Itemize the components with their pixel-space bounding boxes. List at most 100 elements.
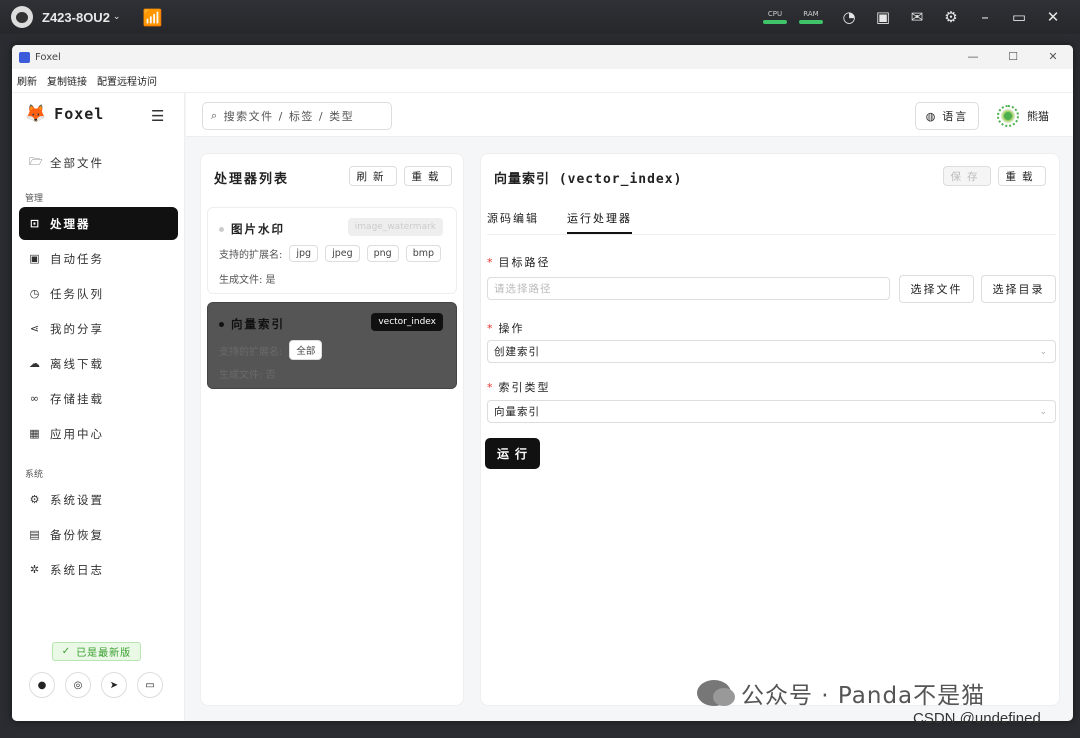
check-circle-icon: ✓ [61, 646, 72, 657]
processor-list-panel: 处理器列表 刷新 重载 图片水印 image_watermark 支持的扩展名:… [200, 153, 464, 706]
status-dot [219, 226, 224, 232]
ram-meter: RAM [796, 10, 826, 24]
tab-divider [487, 234, 1056, 235]
sidebar-item-storage-mount[interactable]: ∞ 存储挂载 [19, 382, 178, 415]
run-button[interactable]: 运行 [485, 438, 540, 469]
mail-icon[interactable]: ✉ [900, 0, 934, 34]
document-icon[interactable]: ▭ [137, 672, 163, 698]
sidebar: 🦊 Foxel ☰ 🗁 全部文件 管理 ⊡ 处理器 ▣ 自动任务 ◷ 任务队列 ⋖ 我的分… [12, 93, 185, 721]
detail-tabs: 源码编辑 运行处理器 [487, 210, 632, 234]
menu-copy-link[interactable]: 复制链接 [47, 73, 87, 88]
ext-chip: jpeg [325, 245, 360, 262]
github-icon[interactable]: ● [29, 672, 55, 698]
maximize-icon[interactable]: ▭ [1002, 0, 1036, 34]
sidebar-item-processor[interactable]: ⊡ 处理器 [19, 207, 178, 240]
app-icon [19, 51, 30, 63]
target-path-label: * 目标路径 [487, 256, 551, 269]
target-path-input[interactable]: 请选择路径 [487, 277, 890, 300]
sidebar-item-my-share[interactable]: ⋖ 我的分享 [19, 312, 178, 345]
top-bar: ⌕ 搜索文件 / 标签 / 类型 ◍ 语言 熊猫 [186, 93, 1073, 137]
search-input[interactable]: ⌕ 搜索文件 / 标签 / 类型 [202, 102, 392, 130]
terminal-icon: ⊡ [29, 217, 42, 230]
status-dot [219, 321, 224, 327]
reload-button[interactable]: 重载 [404, 166, 452, 186]
sidebar-item-system-log[interactable]: ✲ 系统日志 [19, 553, 178, 586]
operation-select[interactable]: 创建索引 ⌄ [487, 340, 1056, 363]
save-button[interactable]: 保存 [943, 166, 991, 186]
operation-label: * 操作 [487, 322, 525, 335]
globe-icon: ◍ [925, 109, 938, 123]
section-manage: 管理 [25, 194, 44, 204]
window-maximize-icon[interactable]: ☐ [993, 45, 1033, 69]
index-type-label: * 索引类型 [487, 381, 551, 394]
csdn-watermark: CSDN @undefined [913, 710, 1041, 727]
ext-chip: png [366, 245, 399, 262]
index-type-select[interactable]: 向量索引 ⌄ [487, 400, 1056, 423]
detail-title: 向量索引 (vector_index) [494, 172, 683, 187]
speed-gauge-icon[interactable]: ◔ [832, 0, 866, 34]
app-window: Foxel — ☐ ✕ 刷新 复制链接 配置远程访问 🦊 Foxel ☰ 🗁 全部… [12, 45, 1073, 721]
version-badge: ✓ 已是最新版 [52, 642, 141, 661]
processor-card-watermark[interactable]: 图片水印 image_watermark 支持的扩展名: jpg jpeg pn… [207, 207, 457, 294]
cpu-meter: CPU [760, 10, 790, 24]
wechat-icon[interactable]: ◎ [65, 672, 91, 698]
ext-chip: jpg [289, 245, 319, 262]
processor-tag: image_watermark [347, 218, 443, 236]
wechat-logo-icon [697, 680, 735, 706]
notification-icon[interactable]: ▣ [866, 0, 900, 34]
folder-icon: 🗁 [29, 155, 45, 168]
app-logo[interactable]: 🦊 Foxel [25, 104, 104, 124]
collapse-sidebar-icon[interactable]: ☰ [151, 107, 164, 125]
chevron-down-icon: ⌄ [1039, 406, 1048, 417]
sidebar-item-backup-restore[interactable]: ▤ 备份恢复 [19, 518, 178, 551]
choose-file-button[interactable]: 选择文件 [899, 275, 974, 303]
sidebar-item-app-center[interactable]: ▦ 应用中心 [19, 417, 178, 450]
menu-refresh[interactable]: 刷新 [17, 73, 37, 88]
choose-directory-button[interactable]: 选择目录 [981, 275, 1056, 303]
window-minimize-icon[interactable]: — [953, 45, 993, 69]
window-close-icon[interactable]: ✕ [1033, 45, 1073, 69]
processor-list-title: 处理器列表 [214, 172, 290, 187]
chevron-down-icon[interactable]: ⌄ [113, 12, 121, 22]
menu-remote-access[interactable]: 配置远程访问 [97, 73, 157, 88]
sidebar-item-offline-download[interactable]: ☁ 离线下载 [19, 347, 178, 380]
settings-icon: ⚙ [29, 493, 42, 506]
fox-logo-icon: 🦊 [25, 104, 47, 124]
ext-chip: 全部 [289, 340, 323, 360]
sidebar-item-task-queue[interactable]: ◷ 任务队列 [19, 277, 178, 310]
reload-button[interactable]: 重载 [998, 166, 1046, 186]
telegram-icon[interactable]: ➤ [101, 672, 127, 698]
app-name: Foxel [54, 105, 105, 123]
processor-tag: vector_index [371, 313, 443, 331]
settings-gear-icon[interactable]: ⚙ [934, 0, 968, 34]
close-icon[interactable]: ✕ [1036, 0, 1070, 34]
database-icon: ▤ [29, 528, 42, 541]
ext-chip: bmp [405, 245, 442, 262]
chevron-down-icon: ⌄ [1039, 346, 1048, 357]
generates-file-label: 生成文件: 否 [219, 370, 276, 381]
window-titlebar: Foxel — ☐ ✕ [12, 45, 1073, 69]
sidebar-item-auto-task[interactable]: ▣ 自动任务 [19, 242, 178, 275]
minimize-icon[interactable]: – [968, 0, 1002, 34]
user-menu[interactable]: 熊猫 [997, 102, 1049, 130]
processor-card-vector-index[interactable]: 向量索引 vector_index 支持的扩展名: 全部 生成文件: 否 [207, 302, 457, 389]
language-button[interactable]: ◍ 语言 [915, 102, 979, 130]
bug-icon: ✲ [29, 563, 42, 576]
refresh-button[interactable]: 刷新 [349, 166, 397, 186]
grid-icon: ▦ [29, 427, 42, 440]
host-name[interactable]: Z423-8OU2 [42, 10, 110, 25]
avatar [997, 105, 1019, 127]
link-icon: ∞ [29, 392, 42, 405]
wifi-icon: 📶 [142, 7, 163, 27]
cloud-download-icon: ☁ [29, 357, 42, 370]
sidebar-item-all-files[interactable]: 🗁 全部文件 [19, 146, 178, 179]
clock-icon: ◷ [29, 287, 42, 300]
tab-source-edit[interactable]: 源码编辑 [487, 210, 539, 234]
generates-file-label: 生成文件: 是 [219, 275, 276, 286]
menu-bar: 刷新 复制链接 配置远程访问 [12, 69, 1073, 93]
sidebar-item-system-settings[interactable]: ⚙ 系统设置 [19, 483, 178, 516]
host-avatar[interactable] [11, 6, 33, 28]
search-icon: ⌕ [211, 109, 219, 122]
tab-run-processor[interactable]: 运行处理器 [567, 210, 632, 234]
section-system: 系统 [25, 470, 44, 480]
